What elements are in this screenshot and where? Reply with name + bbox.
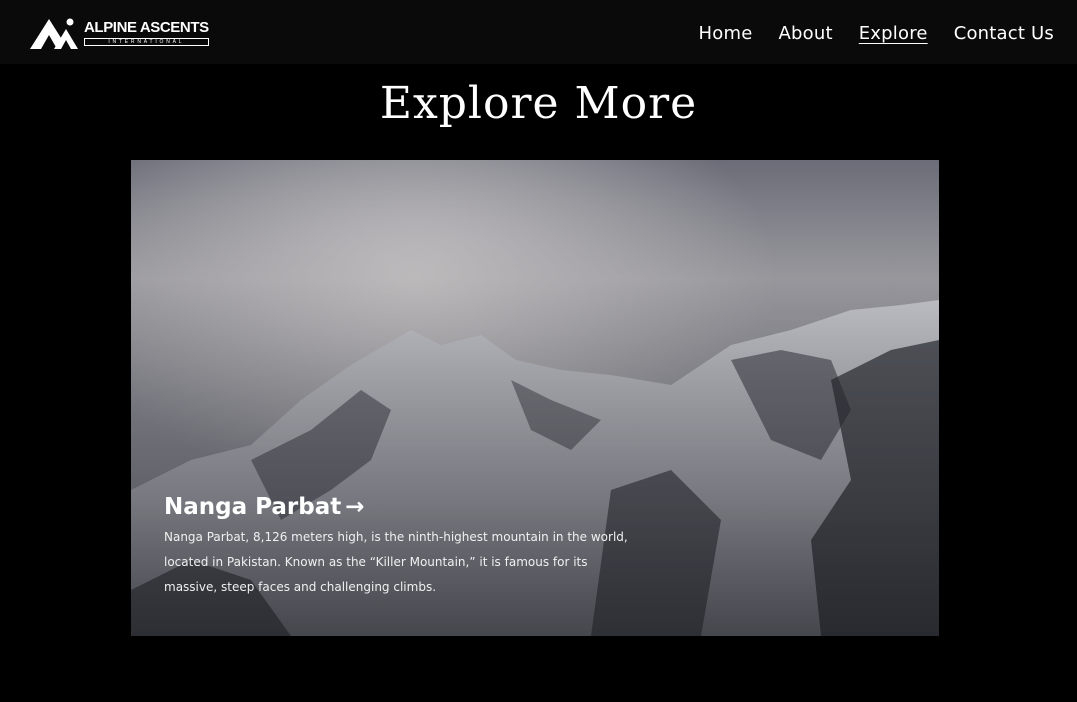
logo-name: ALPINE ASCENTS xyxy=(84,19,209,36)
arrow-right-icon: → xyxy=(345,494,365,520)
card-title[interactable]: Nanga Parbat → xyxy=(164,492,365,522)
logo[interactable]: ALPINE ASCENTS INTERNATIONAL xyxy=(30,16,209,50)
page-title: Explore More xyxy=(379,78,698,129)
nav-link-home[interactable]: Home xyxy=(699,22,753,46)
nav-links: Home About Explore Contact Us xyxy=(699,22,1054,46)
card-description: Nanga Parbat, 8,126 meters high, is the … xyxy=(164,530,628,594)
card-title-text: Nanga Parbat xyxy=(164,494,342,520)
logo-tagline: INTERNATIONAL xyxy=(84,38,209,46)
nav-link-contact[interactable]: Contact Us xyxy=(954,22,1054,46)
destination-card[interactable]: Nanga Parbat → Nanga Parbat, 8,126 meters… xyxy=(131,160,939,636)
mountain-logo-icon xyxy=(30,18,78,49)
nav-link-explore[interactable]: Explore xyxy=(859,22,928,46)
navbar: ALPINE ASCENTS INTERNATIONAL Home About … xyxy=(0,0,1077,64)
nav-link-about[interactable]: About xyxy=(779,22,833,46)
